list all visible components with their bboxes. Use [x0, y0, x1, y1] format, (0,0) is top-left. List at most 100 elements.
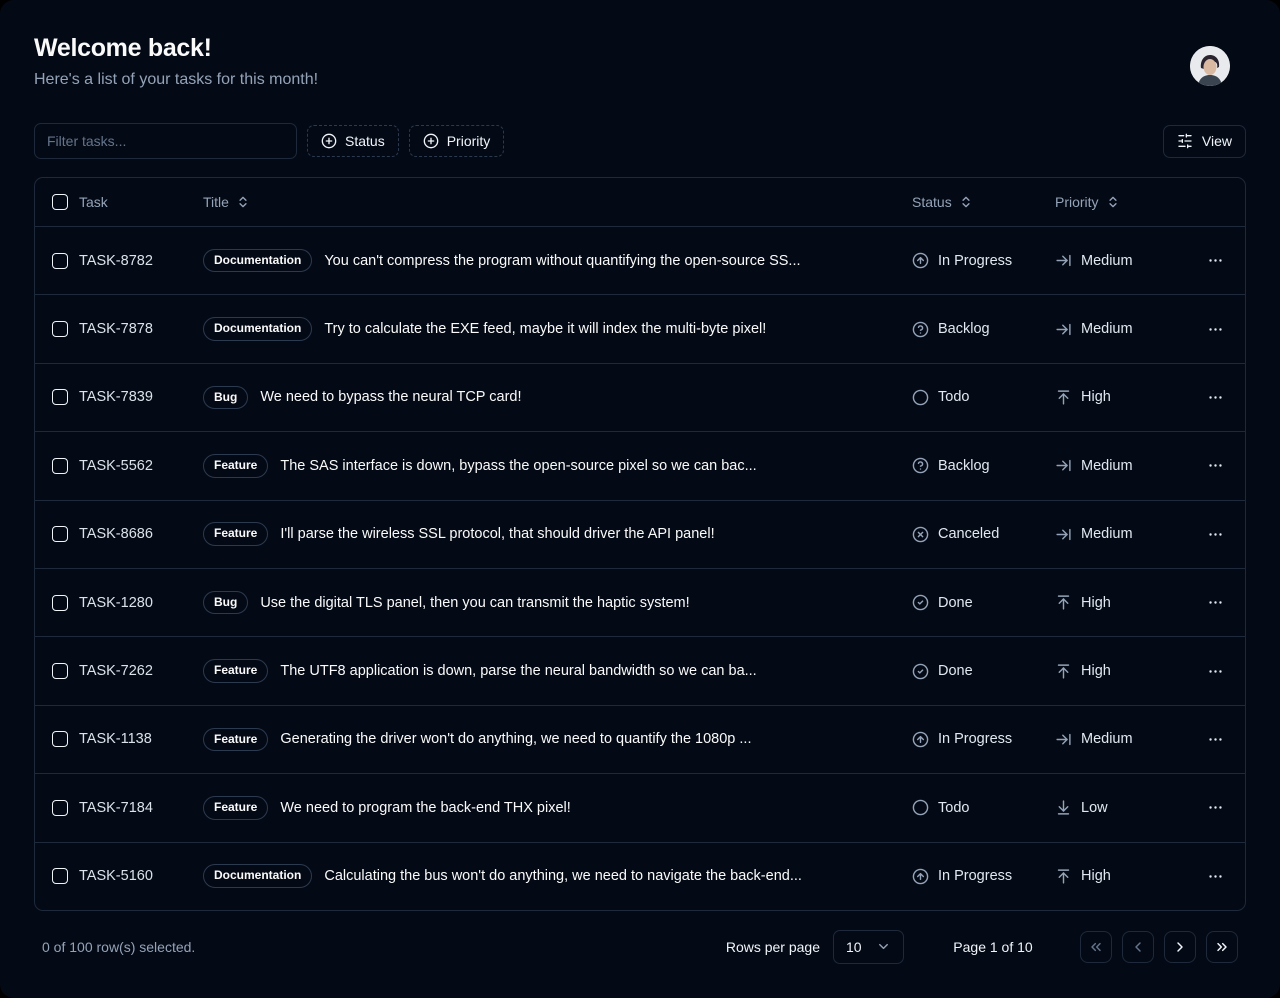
first-page-button[interactable]	[1080, 931, 1112, 963]
task-priority: Medium	[1055, 321, 1185, 338]
table-row[interactable]: TASK-7184 Feature We need to program the…	[35, 773, 1245, 841]
table-row[interactable]: TASK-7878 Documentation Try to calculate…	[35, 294, 1245, 362]
table-row[interactable]: TASK-8686 Feature I'll parse the wireles…	[35, 500, 1245, 568]
task-id: TASK-7262	[79, 663, 203, 679]
table-row[interactable]: TASK-1138 Feature Generating the driver …	[35, 705, 1245, 773]
ellipsis-icon	[1207, 252, 1224, 269]
circle-icon	[912, 799, 929, 816]
row-checkbox[interactable]	[52, 595, 68, 611]
circle-arrow-up-icon	[912, 252, 929, 269]
view-options-button[interactable]: View	[1163, 125, 1246, 158]
column-header-status[interactable]: Status	[912, 194, 1055, 210]
user-avatar[interactable]	[1190, 46, 1230, 86]
task-title: Try to calculate the EXE feed, maybe it …	[324, 321, 766, 337]
circle-plus-icon	[423, 133, 439, 149]
task-id: TASK-5562	[79, 458, 203, 474]
arrow-right-to-line-icon	[1055, 457, 1072, 474]
row-actions-button[interactable]	[1200, 793, 1230, 823]
select-all-checkbox[interactable]	[52, 194, 68, 210]
table-row[interactable]: TASK-7839 Bug We need to bypass the neur…	[35, 363, 1245, 431]
row-actions-button[interactable]	[1200, 861, 1230, 891]
row-checkbox[interactable]	[52, 868, 68, 884]
next-page-button[interactable]	[1164, 931, 1196, 963]
task-title: I'll parse the wireless SSL protocol, th…	[280, 526, 714, 542]
task-title: The UTF8 application is down, parse the …	[280, 663, 756, 679]
page-title: Welcome back!	[34, 34, 1246, 63]
task-priority: Medium	[1055, 457, 1185, 474]
task-type-badge: Bug	[203, 591, 248, 615]
chevrons-left-icon	[1088, 939, 1104, 955]
task-type-badge: Feature	[203, 728, 268, 752]
table-row[interactable]: TASK-1280 Bug Use the digital TLS panel,…	[35, 568, 1245, 636]
arrow-up-to-line-icon	[1055, 594, 1072, 611]
ellipsis-icon	[1207, 799, 1224, 816]
ellipsis-icon	[1207, 389, 1224, 406]
task-id: TASK-1280	[79, 595, 203, 611]
column-header-title[interactable]: Title	[203, 194, 912, 210]
task-title: Generating the driver won't do anything,…	[280, 731, 751, 747]
row-checkbox[interactable]	[52, 800, 68, 816]
status-filter-label: Status	[345, 133, 385, 149]
row-actions-button[interactable]	[1200, 382, 1230, 412]
row-checkbox[interactable]	[52, 458, 68, 474]
table-row[interactable]: TASK-8782 Documentation You can't compre…	[35, 226, 1245, 294]
rows-per-page-select[interactable]: 10	[833, 930, 904, 964]
status-filter-button[interactable]: Status	[307, 125, 399, 157]
previous-page-button[interactable]	[1122, 931, 1154, 963]
tasks-table: Task Title Status Priority	[34, 177, 1246, 911]
row-checkbox[interactable]	[52, 321, 68, 337]
row-actions-button[interactable]	[1200, 656, 1230, 686]
sliders-icon	[1177, 133, 1193, 149]
task-status: In Progress	[912, 252, 1055, 269]
row-actions-button[interactable]	[1200, 724, 1230, 754]
task-title: We need to program the back-end THX pixe…	[280, 800, 570, 816]
task-title: We need to bypass the neural TCP card!	[260, 389, 521, 405]
row-actions-button[interactable]	[1200, 246, 1230, 276]
circle-help-icon	[912, 457, 929, 474]
row-checkbox[interactable]	[52, 253, 68, 269]
row-actions-button[interactable]	[1200, 519, 1230, 549]
priority-filter-button[interactable]: Priority	[409, 125, 505, 157]
last-page-button[interactable]	[1206, 931, 1238, 963]
row-actions-button[interactable]	[1200, 314, 1230, 344]
row-checkbox[interactable]	[52, 731, 68, 747]
circle-help-icon	[912, 321, 929, 338]
circle-arrow-up-icon	[912, 731, 929, 748]
task-type-badge: Documentation	[203, 249, 312, 273]
column-header-priority[interactable]: Priority	[1055, 194, 1185, 210]
task-status: Todo	[912, 799, 1055, 816]
task-status: Todo	[912, 389, 1055, 406]
task-id: TASK-1138	[79, 731, 203, 747]
arrow-right-to-line-icon	[1055, 526, 1072, 543]
arrow-up-to-line-icon	[1055, 389, 1072, 406]
row-actions-button[interactable]	[1200, 588, 1230, 618]
task-type-badge: Feature	[203, 659, 268, 683]
filter-tasks-input[interactable]	[34, 123, 297, 159]
arrow-right-to-line-icon	[1055, 731, 1072, 748]
task-status: In Progress	[912, 731, 1055, 748]
row-checkbox[interactable]	[52, 526, 68, 542]
ellipsis-icon	[1207, 594, 1224, 611]
row-actions-button[interactable]	[1200, 451, 1230, 481]
row-checkbox[interactable]	[52, 663, 68, 679]
view-button-label: View	[1202, 133, 1232, 149]
table-row[interactable]: TASK-5562 Feature The SAS interface is d…	[35, 431, 1245, 499]
task-type-badge: Documentation	[203, 864, 312, 888]
task-title: You can't compress the program without q…	[324, 253, 800, 269]
arrow-up-to-line-icon	[1055, 663, 1072, 680]
table-toolbar: Status Priority View	[34, 123, 1246, 159]
table-footer: 0 of 100 row(s) selected. Rows per page …	[34, 930, 1246, 964]
chevron-left-icon	[1130, 939, 1146, 955]
table-row[interactable]: TASK-5160 Documentation Calculating the …	[35, 842, 1245, 910]
page-subtitle: Here's a list of your tasks for this mon…	[34, 71, 1246, 89]
row-checkbox[interactable]	[52, 389, 68, 405]
selection-status-text: 0 of 100 row(s) selected.	[42, 939, 195, 955]
arrow-right-to-line-icon	[1055, 321, 1072, 338]
chevron-right-icon	[1172, 939, 1188, 955]
task-type-badge: Bug	[203, 386, 248, 410]
table-row[interactable]: TASK-7262 Feature The UTF8 application i…	[35, 636, 1245, 704]
task-title: Use the digital TLS panel, then you can …	[260, 595, 689, 611]
task-title: Calculating the bus won't do anything, w…	[324, 868, 802, 884]
task-priority: Medium	[1055, 731, 1185, 748]
ellipsis-icon	[1207, 526, 1224, 543]
